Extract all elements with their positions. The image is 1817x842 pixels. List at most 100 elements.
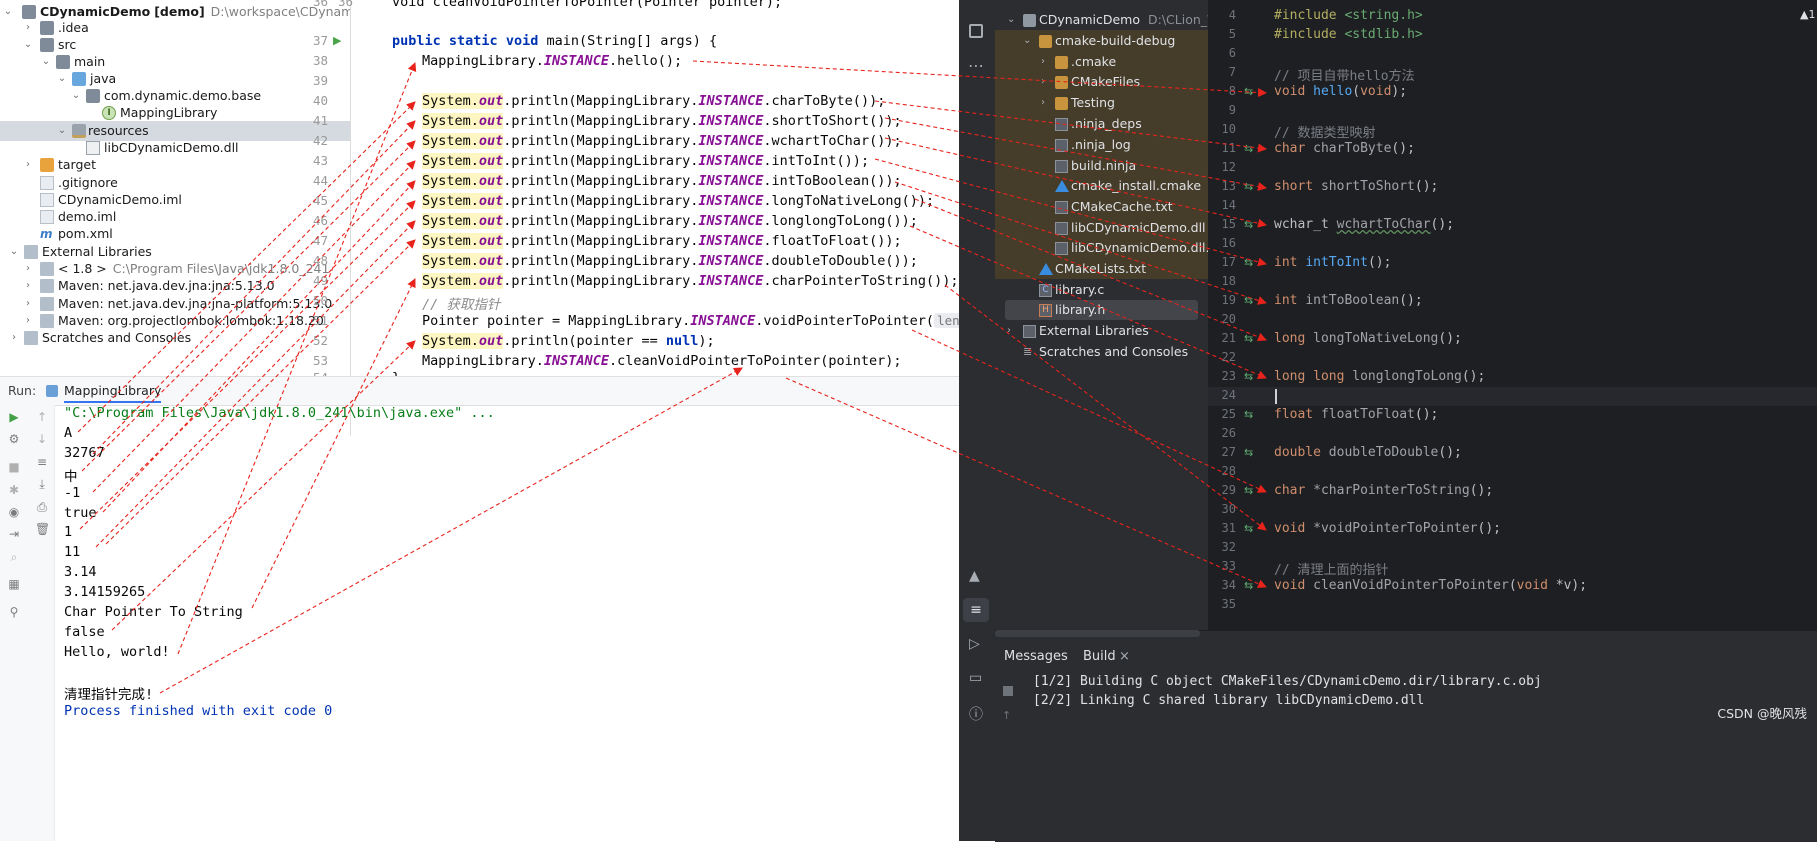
debug-icon[interactable]: ✱ (7, 483, 21, 497)
login-icon[interactable]: ⇥ (7, 527, 21, 541)
line-number: 34 (1221, 578, 1236, 592)
clion-tree-item-selected[interactable]: Hlibrary.h (1005, 300, 1198, 320)
line-number: 5 (1228, 27, 1236, 41)
line-number: 20 (1221, 312, 1236, 326)
scratches-icon: ≣ (1023, 345, 1033, 358)
navigate-to-definition-icon[interactable]: ⇆ (1244, 446, 1253, 459)
console-output-line: Hello, world! (64, 644, 170, 660)
close-tab-icon[interactable]: × (1119, 649, 1130, 664)
navigate-to-definition-icon[interactable]: ⇆ (1244, 484, 1253, 497)
file-icon (1055, 201, 1068, 214)
hcode-comment: // 数据类型映射 (1274, 126, 1376, 141)
clion-tree-item[interactable]: › .cmake (995, 52, 1208, 72)
code-line-println: System.out.println(MappingLibrary.INSTAN… (422, 133, 902, 149)
trash-icon[interactable]: 🗑 (35, 522, 50, 536)
run-tab-mappinglibrary[interactable]: MappingLibrary (64, 383, 162, 403)
up-arrow-icon[interactable]: ↑ (1002, 709, 1011, 722)
warning-indicator[interactable]: ▲1 (1800, 8, 1815, 21)
clion-tree-item[interactable]: build.ninja (995, 156, 1208, 176)
code-line-null: System.out.println(pointer == null); (422, 333, 715, 349)
tab-messages[interactable]: Messages (1004, 649, 1068, 664)
camera-icon[interactable]: ◉ (7, 505, 21, 519)
run-gutter-icon[interactable]: ▶ (333, 34, 341, 47)
layout-icon[interactable]: ▦ (7, 577, 21, 591)
tree-item-mappinglibrary[interactable]: I MappingLibrary (0, 103, 350, 123)
line-number: 45 (312, 193, 328, 208)
tab-build[interactable]: Build (1083, 649, 1116, 664)
line-number: 10 (1221, 122, 1236, 136)
hcode-decl: void *voidPointerToPointer(); (1274, 521, 1501, 536)
line-number: 4 (1228, 8, 1236, 22)
tree-item-target[interactable]: › target (0, 155, 350, 175)
navigate-to-definition-icon[interactable]: ⇆ (1244, 579, 1253, 592)
navigate-to-definition-icon[interactable]: ⇆ (1244, 408, 1253, 421)
hcode-include: #include <string.h> (1274, 8, 1423, 23)
soft-wrap-icon[interactable]: ≡ (35, 455, 49, 469)
more-icon[interactable]: ⋯ (968, 56, 984, 75)
line-number: 43 (312, 153, 328, 168)
clion-tree-item[interactable]: .ninja_log (995, 135, 1208, 155)
stop-icon[interactable] (1003, 686, 1013, 696)
navigate-to-definition-icon[interactable]: ⇆ (1244, 332, 1253, 345)
line-number: 19 (1221, 293, 1236, 307)
navigate-to-definition-icon[interactable]: ⇆ (1244, 370, 1253, 383)
clion-tree-item[interactable]: CMakeCache.txt (995, 197, 1208, 217)
scroll-to-end-icon[interactable]: ⤓ (35, 477, 49, 491)
clion-tree-item[interactable]: libCDynamicDemo.dll (995, 218, 1208, 238)
clion-tree-item[interactable]: ≣ Scratches and Consoles (995, 342, 1208, 362)
tree-item-label: Scratches and Consoles (42, 330, 192, 345)
root-tag: [demo] (154, 4, 205, 19)
search-icon[interactable]: ⌕ (7, 550, 21, 564)
navigate-to-definition-icon[interactable]: ⇆ (1244, 294, 1253, 307)
clion-tree-item[interactable]: › Testing (995, 93, 1208, 113)
navigate-to-definition-icon[interactable]: ⇆ (1244, 180, 1253, 193)
terminal-icon[interactable]: ▭ (969, 670, 982, 686)
line-number: 51 (312, 313, 328, 328)
clion-tree-item[interactable]: .ninja_deps (995, 114, 1208, 134)
clion-tree-item[interactable]: › CMakeFiles (995, 72, 1208, 92)
file-icon (40, 176, 54, 190)
clion-tree-item[interactable]: cmake_install.cmake (995, 176, 1208, 196)
tree-item-scratches[interactable]: › Scratches and Consoles (0, 328, 350, 348)
file-icon (1055, 160, 1068, 173)
stop-icon[interactable]: ■ (7, 460, 21, 474)
line-number: 53 (312, 353, 328, 368)
file-icon (86, 141, 100, 155)
structure-icon[interactable] (969, 24, 983, 38)
jdk-path: C:\Program Files\Java\jdk1.8.0_241 (112, 261, 330, 276)
wrench-icon[interactable]: ⚙ (7, 432, 21, 446)
services-icon[interactable]: ▷ (969, 636, 980, 652)
clion-tree-root[interactable]: ⌄ CDynamicDemo D:\CLion_WS\C (995, 10, 1240, 30)
line-number: 38 (312, 53, 328, 68)
clion-tree-item[interactable]: Clibrary.c (995, 280, 1208, 300)
navigate-to-definition-icon[interactable]: ⇆ (1244, 218, 1253, 231)
line-number: 25 (1221, 407, 1236, 421)
clion-tree-item[interactable]: ⌄ cmake-build-debug (995, 31, 1208, 51)
run-sidebar-secondary: ↑ ↓ ≡ ⤓ ⎙ 🗑 (28, 405, 55, 841)
navigate-to-definition-icon[interactable]: ⇆ (1244, 256, 1253, 269)
rerun-icon[interactable]: ▶ (7, 410, 21, 424)
messages-tool-icon[interactable]: ≡ (963, 598, 989, 622)
hcode-decl: char charToByte(); (1274, 141, 1415, 156)
folder-icon (40, 38, 54, 52)
line-number: 35 (1221, 597, 1236, 611)
cmake-icon[interactable]: ▲ (969, 568, 980, 584)
tree-item-jna[interactable]: › Maven: net.java.dev.jna:jna:5.13.0 (0, 276, 350, 296)
excluded-folder-icon (40, 158, 54, 172)
navigate-to-definition-icon[interactable]: ⇆ (1244, 142, 1253, 155)
clion-tree-item[interactable]: CMakeLists.txt (995, 259, 1208, 279)
c-file-icon: C (1039, 284, 1052, 297)
down-arrow-icon[interactable]: ↓ (35, 432, 49, 446)
clion-tree-item[interactable]: libCDynamicDemo.dll.a (995, 238, 1217, 258)
problems-icon[interactable]: ⓘ (969, 704, 983, 724)
pin-icon[interactable]: ⚲ (7, 605, 21, 619)
clion-tree-item[interactable]: › External Libraries (995, 321, 1208, 341)
navigate-to-definition-icon[interactable]: ⇆ (1244, 522, 1253, 535)
navigate-to-definition-icon[interactable]: ⇆ (1244, 85, 1253, 98)
print-icon[interactable]: ⎙ (35, 500, 49, 514)
up-arrow-icon[interactable]: ↑ (35, 410, 49, 424)
line-number: 52 (312, 333, 328, 348)
tree-item-pom[interactable]: m pom.xml (0, 224, 350, 244)
line-number: 23 (1221, 369, 1236, 383)
horizontal-scrollbar[interactable] (995, 630, 1200, 637)
